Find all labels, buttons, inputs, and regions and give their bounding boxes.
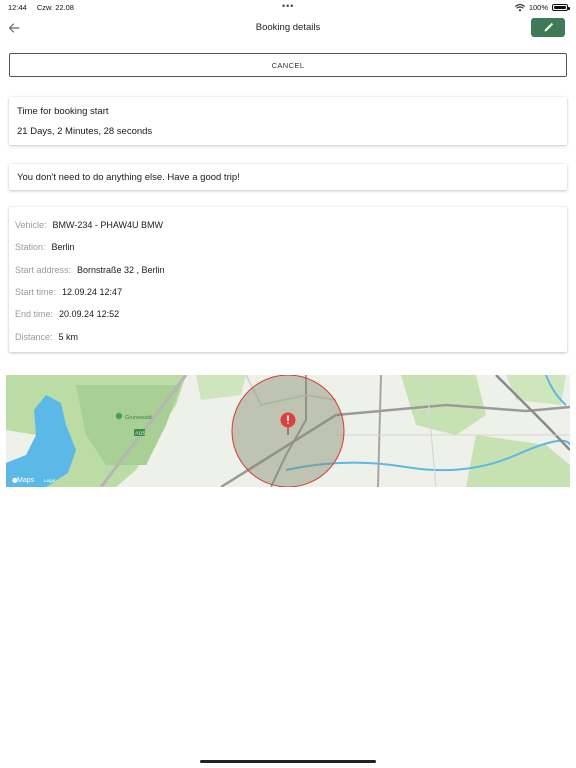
message-card: You don't need to do anything else. Have… bbox=[9, 164, 567, 190]
status-bar: 12:44 Czw. 22.08 ••• 100% bbox=[0, 0, 576, 14]
detail-value: Bornstraße 32 , Berlin bbox=[77, 265, 165, 275]
detail-label: Vehicle: bbox=[15, 220, 47, 230]
detail-end-time: End time: 20.09.24 12:52 bbox=[15, 309, 119, 319]
booking-timer-card: Time for booking start 21 Days, 2 Minute… bbox=[9, 97, 567, 145]
battery-percent: 100% bbox=[528, 3, 548, 12]
header: Booking details bbox=[0, 14, 576, 44]
detail-distance: Distance: 5 km bbox=[15, 332, 78, 342]
status-right: 100% bbox=[514, 3, 570, 12]
detail-start-time: Start time: 12.09.24 12:47 bbox=[15, 287, 122, 297]
message-text: You don't need to do anything else. Have… bbox=[17, 172, 240, 183]
detail-value: BMW-234 - PHAW4U BMW bbox=[52, 220, 164, 230]
poi-label: Grunewald bbox=[125, 415, 152, 421]
home-indicator[interactable] bbox=[200, 760, 376, 763]
maps-attribution: Maps bbox=[17, 477, 35, 484]
detail-label: Distance: bbox=[15, 332, 53, 342]
page-title: Booking details bbox=[255, 22, 321, 33]
status-time: 12:44 bbox=[8, 3, 27, 12]
cancel-button[interactable]: CANCEL bbox=[9, 53, 567, 77]
multitasking-dots[interactable]: ••• bbox=[282, 1, 294, 11]
wifi-icon bbox=[514, 3, 525, 11]
poi-icon bbox=[115, 412, 123, 420]
edit-button[interactable] bbox=[531, 18, 565, 37]
detail-vehicle: Vehicle: BMW-234 - PHAW4U BMW bbox=[15, 220, 163, 230]
detail-label: Station: bbox=[15, 242, 46, 252]
timer-label: Time for booking start bbox=[17, 106, 109, 117]
map-view[interactable]: Grunewald A115 ● Maps Legal bbox=[6, 375, 570, 487]
status-left: 12:44 Czw. 22.08 bbox=[8, 3, 74, 12]
detail-label: Start time: bbox=[15, 287, 57, 297]
detail-value: 20.09.24 12:52 bbox=[59, 309, 120, 319]
pencil-icon bbox=[544, 22, 553, 32]
timer-value: 21 Days, 2 Minutes, 28 seconds bbox=[17, 126, 153, 137]
detail-station: Station: Berlin bbox=[15, 242, 75, 252]
detail-value: 12.09.24 12:47 bbox=[62, 287, 123, 297]
battery-icon bbox=[552, 4, 570, 11]
detail-start-address: Start address: Bornstraße 32 , Berlin bbox=[15, 265, 165, 275]
detail-label: Start address: bbox=[15, 265, 72, 275]
status-date: Czw. 22.08 bbox=[36, 3, 74, 12]
detail-value: Berlin bbox=[51, 242, 75, 252]
road-shield-label: A115 bbox=[135, 431, 145, 436]
booking-details-card: Vehicle: BMW-234 - PHAW4U BMW Station: Ber… bbox=[9, 207, 567, 352]
detail-label: End time: bbox=[15, 309, 54, 319]
map-canvas[interactable]: Grunewald A115 ● Maps Legal bbox=[6, 375, 570, 487]
detail-value: 5 km bbox=[58, 332, 79, 342]
legal-link[interactable]: Legal bbox=[44, 478, 55, 483]
